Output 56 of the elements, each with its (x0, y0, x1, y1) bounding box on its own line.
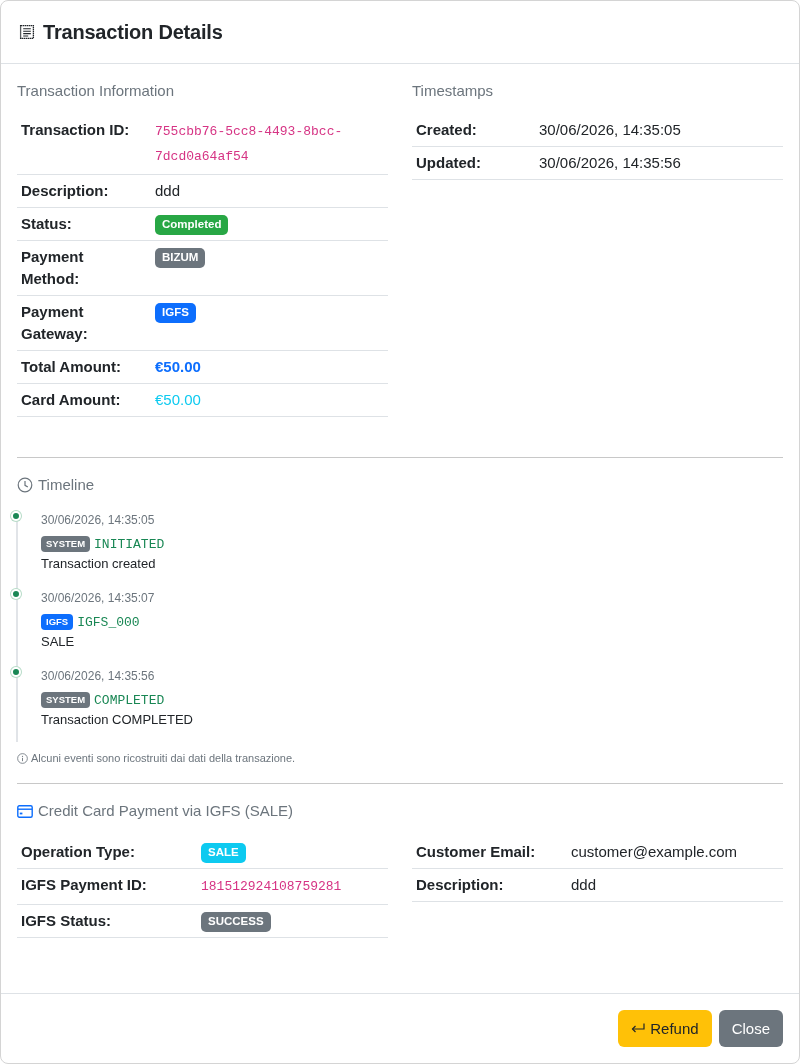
field-label: Status: (21, 215, 72, 232)
field-value: ddd (155, 182, 181, 199)
value-badge: IGFS (155, 303, 196, 323)
credit-card-icon (17, 804, 33, 818)
event-time: 30/06/2026, 14:35:07 (41, 590, 156, 607)
clock-icon (17, 477, 33, 493)
field-value: 30/06/2026, 14:35:05 (539, 121, 681, 138)
source-badge: IGFS (41, 614, 74, 630)
info-icon (17, 752, 28, 764)
event-code: IGFS_000 (77, 614, 140, 630)
section-heading: Timeline (38, 475, 95, 495)
timeline-dot-icon (11, 511, 21, 521)
value-badge: SALE (201, 843, 246, 863)
source-badge: SYSTEM (41, 536, 91, 552)
field-label: Created: (416, 121, 477, 138)
field-label: Total Amount: (21, 358, 121, 375)
section-heading: Timestamps (412, 81, 495, 101)
field-value: customer@example.com (571, 843, 738, 860)
event-description: Transaction created (41, 555, 157, 573)
code-value: 755cbb76-5cc8-4493-8bcc-7dcd0a64af54 (155, 124, 343, 164)
amount-value: €50.00 (155, 358, 201, 375)
event-time: 30/06/2026, 14:35:05 (41, 512, 156, 529)
event-description: SALE (41, 633, 76, 651)
dialog-title: Transaction Details (43, 20, 223, 45)
field-label: Description: (21, 182, 109, 199)
info-note: Alcuni eventi sono ricostruiti dai dati della transazione. (31, 751, 296, 766)
value-badge: SUCCESS (201, 912, 271, 932)
code-value: 181512924108759281 (201, 879, 342, 894)
field-label: IGFS Status: (21, 912, 111, 929)
return-arrow-icon (631, 1023, 646, 1034)
timeline-dot-icon (11, 589, 21, 599)
event-description: Transaction COMPLETED (41, 711, 194, 729)
field-label: Card Amount: (21, 391, 121, 408)
field-value: 30/06/2026, 14:35:56 (539, 154, 681, 171)
section-heading: Transaction Information (17, 81, 176, 101)
event-code: INITIATED (94, 536, 165, 552)
timeline-dot-icon (11, 667, 21, 677)
section-heading: Credit Card Payment via IGFS (SALE) (38, 801, 294, 821)
close-button[interactable]: Close (718, 1010, 783, 1047)
field-label: Updated: (416, 154, 481, 171)
field-label: Transaction ID: (21, 121, 130, 138)
field-label: Payment Method: (21, 248, 84, 287)
field-label: IGFS Payment ID: (21, 876, 147, 893)
field-label: Operation Type: (21, 843, 135, 860)
value-badge: Completed (155, 215, 229, 235)
event-time: 30/06/2026, 14:35:56 (41, 668, 156, 685)
field-label: Payment Gateway: (21, 303, 88, 342)
source-badge: SYSTEM (41, 692, 91, 708)
field-label: Description: (416, 876, 504, 893)
field-label: Customer Email: (416, 843, 536, 860)
refund-button[interactable]: Refund (618, 1010, 712, 1047)
amount-value: €50.00 (155, 391, 201, 408)
document-lines-icon (19, 24, 35, 40)
field-value: ddd (571, 876, 597, 893)
event-code: COMPLETED (94, 692, 165, 708)
value-badge: BIZUM (155, 248, 206, 268)
